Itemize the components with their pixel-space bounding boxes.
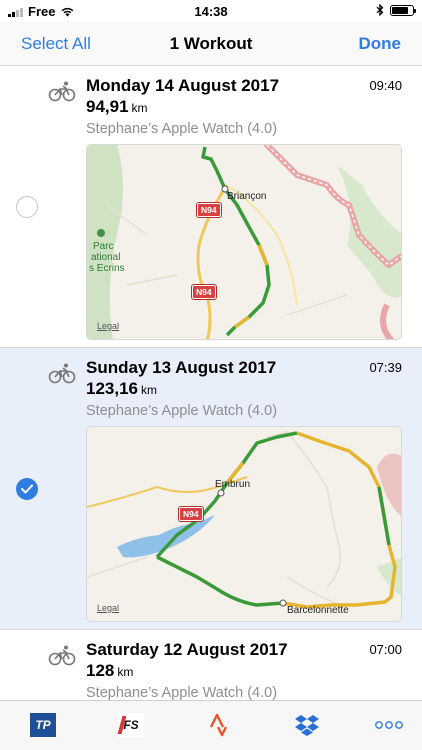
workout-row[interactable]: Sunday 13 August 2017 07:39 123,16 km Ste…: [0, 348, 422, 630]
workout-distance: 94,91 km: [86, 97, 148, 117]
map-place-label: Barcelonnette: [287, 605, 349, 616]
workout-date: Monday 14 August 2017: [86, 76, 280, 95]
workout-distance: 128 km: [86, 661, 133, 681]
distance-value: 123,16: [86, 379, 138, 398]
route-map[interactable]: Embrun Barcelonnette N94 Legal: [86, 426, 402, 622]
cycling-icon: [48, 81, 76, 102]
workout-row[interactable]: Monday 14 August 2017 09:40 94,91 km Step…: [0, 66, 422, 348]
done-button[interactable]: Done: [359, 34, 402, 54]
road-badge: N94: [192, 285, 216, 299]
workout-time: 07:39: [369, 360, 402, 375]
road-badge: N94: [197, 203, 221, 217]
map-park-label: s Ecrins: [89, 263, 125, 274]
tab-dropbox[interactable]: [293, 711, 321, 739]
status-bar: Free 14:38: [0, 0, 422, 22]
route-map[interactable]: Briançon Parc ational s Ecrins N94 N94 L…: [86, 144, 402, 340]
map-legal-link[interactable]: Legal: [97, 321, 119, 331]
map-place-label: Embrun: [215, 479, 251, 490]
distance-unit: km: [141, 383, 157, 397]
cycling-icon: [48, 645, 76, 666]
distance-value: 128: [86, 661, 115, 680]
map-legal-link[interactable]: Legal: [97, 603, 119, 613]
workout-device: Stephane’s Apple Watch (4.0): [86, 685, 278, 700]
selection-circle[interactable]: [16, 196, 38, 218]
bluetooth-icon: [376, 4, 384, 16]
distance-unit: km: [131, 101, 148, 115]
tab-bar: TP FS: [0, 700, 422, 750]
workout-device: Stephane’s Apple Watch (4.0): [86, 121, 278, 137]
checkmark-icon: [21, 484, 33, 494]
finalsurge-icon: FS: [118, 713, 144, 737]
selection-checkmark[interactable]: [16, 478, 38, 500]
strava-icon: [209, 713, 228, 737]
navigation-bar: Select All 1 Workout Done: [0, 22, 422, 66]
cycling-icon: [48, 363, 76, 384]
tab-strava[interactable]: [205, 711, 233, 739]
workout-time: 09:40: [369, 78, 402, 93]
tab-finalsurge[interactable]: FS: [117, 711, 145, 739]
workout-row[interactable]: Saturday 12 August 2017 07:00 128 km Step…: [0, 630, 422, 700]
distance-unit: km: [117, 665, 134, 679]
dropbox-icon: [295, 715, 319, 736]
workout-date: Sunday 13 August 2017: [86, 358, 277, 377]
select-all-button[interactable]: Select All: [21, 34, 91, 54]
workout-date: Saturday 12 August 2017: [86, 640, 288, 659]
trainingpeaks-icon: TP: [30, 713, 56, 737]
workout-distance: 123,16 km: [86, 379, 157, 399]
map-park-label: Parc: [93, 241, 114, 252]
status-time: 14:38: [194, 4, 228, 19]
workout-time: 07:00: [369, 642, 402, 657]
map-park-label: ational: [91, 252, 121, 263]
workout-list: Monday 14 August 2017 09:40 94,91 km Step…: [0, 66, 422, 700]
battery-icon: [390, 4, 416, 16]
distance-value: 94,91: [86, 97, 129, 116]
workout-device: Stephane’s Apple Watch (4.0): [86, 403, 278, 419]
status-right: [376, 4, 416, 16]
road-badge: N94: [179, 507, 203, 521]
more-icon: [375, 721, 403, 729]
map-place-label: Briançon: [227, 191, 267, 202]
tab-trainingpeaks[interactable]: TP: [29, 711, 57, 739]
tab-more[interactable]: [375, 711, 403, 739]
